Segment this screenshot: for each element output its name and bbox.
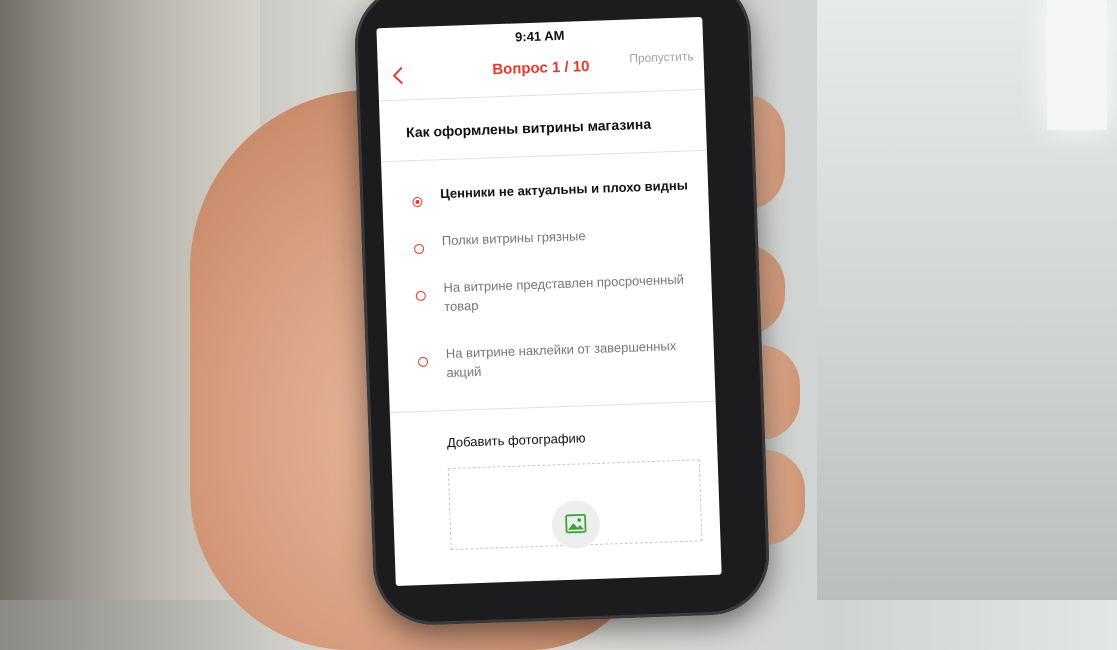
radio-icon[interactable] [417, 356, 429, 368]
add-photo-button[interactable] [551, 499, 601, 550]
status-time: 9:41 AM [514, 27, 565, 45]
phone: 9:41 AM Вопрос 1 / 10 Пропустить Как офо… [352, 0, 772, 627]
answer-option-label: На витрине наклейки от завершенных акций [445, 338, 677, 381]
radio-icon[interactable] [413, 243, 425, 255]
answer-option-label: Полки витрины грязные [441, 228, 586, 249]
answer-option-label: На витрине представлен просроченный това… [443, 271, 685, 315]
answer-option[interactable]: На витрине представлен просроченный това… [385, 255, 713, 332]
question-text: Как оформлены витрины магазина [378, 89, 707, 163]
photo-dropzone[interactable] [447, 459, 703, 551]
radio-selected-icon[interactable] [412, 196, 423, 208]
photo-section: Добавить фотографию [389, 400, 721, 552]
answer-option-label: Ценники не актуальны и плохо видны [439, 177, 689, 202]
background-light [1047, 0, 1107, 130]
phone-screen: 9:41 AM Вопрос 1 / 10 Пропустить Как офо… [376, 16, 722, 586]
answer-options: Ценники не актуальны и плохо видны Полки… [381, 151, 715, 398]
radio-icon[interactable] [415, 290, 426, 302]
skip-button[interactable]: Пропустить [629, 49, 694, 65]
photo-label: Добавить фотографию [446, 430, 586, 451]
image-icon [565, 513, 587, 534]
answer-option[interactable]: На витрине наклейки от завершенных акций [387, 321, 715, 398]
background-scene: 9:41 AM Вопрос 1 / 10 Пропустить Как офо… [0, 0, 1117, 650]
